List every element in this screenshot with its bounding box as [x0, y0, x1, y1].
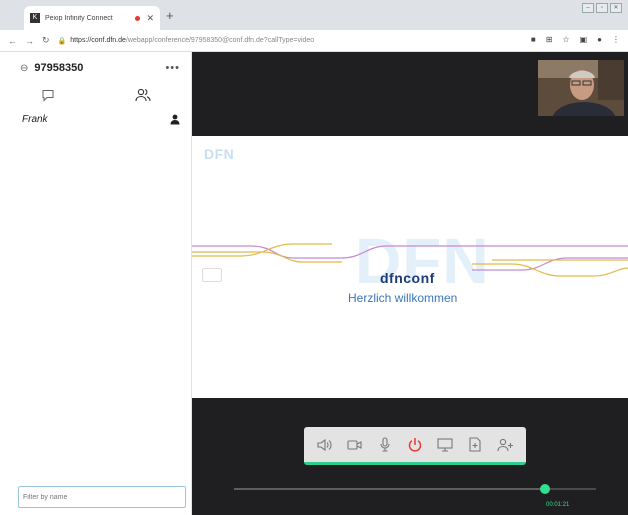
camera-placeholder-icon	[202, 268, 222, 282]
participant-name: Frank	[22, 114, 48, 125]
maximize-icon[interactable]: ▫	[596, 3, 608, 13]
call-progress-track	[234, 484, 596, 494]
call-controls	[304, 427, 526, 465]
browser-tab[interactable]: K Pexip Infinity Connect ✕	[24, 6, 160, 30]
camera-icon	[347, 439, 362, 450]
minimize-icon[interactable]: –	[582, 3, 594, 13]
browser-toolbar: ■ ⊞ ☆ ▣ ● ⋮	[531, 35, 620, 44]
browser-tab-bar: K Pexip Infinity Connect ✕ + – ▫ ✕	[0, 0, 628, 30]
sidebar: ⊖ 97958350 ••• Frank	[0, 52, 192, 515]
conference-id: 97958350	[34, 62, 84, 74]
filter-by-name-input[interactable]	[18, 486, 186, 508]
url-field[interactable]: 🔒 https://conf.dfn.de /webapp/conference…	[58, 37, 315, 45]
camera-button[interactable]	[345, 435, 365, 455]
camera-indicator-icon[interactable]: ■	[531, 35, 536, 44]
url-path: /webapp/conference/97958350@conf.dfn.de?…	[125, 37, 315, 44]
call-progress-fill	[234, 488, 546, 490]
address-bar: ← → ↻ 🔒 https://conf.dfn.de /webapp/conf…	[0, 30, 628, 52]
welcome-text: Herzlich willkommen	[348, 291, 458, 305]
power-icon	[408, 437, 422, 452]
close-window-icon[interactable]: ✕	[610, 3, 622, 13]
file-share-icon	[469, 437, 481, 452]
close-tab-icon[interactable]: ✕	[146, 13, 154, 24]
video-stage: DFN DFN dfnconf Herzlich willkommen 00:0…	[192, 52, 628, 515]
call-timer: 00:01:21	[546, 502, 570, 508]
conference-header: ⊖ 97958350 •••	[20, 62, 180, 74]
microphone-icon	[380, 436, 390, 452]
url-host: https://conf.dfn.de	[70, 37, 126, 44]
add-participant-button[interactable]	[495, 435, 515, 455]
tab-participants[interactable]	[96, 84, 192, 106]
reload-icon[interactable]: ↻	[42, 35, 50, 46]
forward-icon[interactable]: →	[25, 36, 34, 46]
new-tab-button[interactable]: +	[166, 8, 174, 23]
microphone-button[interactable]	[375, 435, 395, 455]
screen-share-button[interactable]	[435, 435, 455, 455]
window-controls: – ▫ ✕	[582, 3, 622, 13]
sidebar-tabs	[0, 84, 191, 106]
dfn-logo-small: DFN	[204, 146, 235, 162]
pexip-favicon-icon: K	[30, 13, 40, 23]
add-user-icon	[496, 438, 513, 451]
screen-share-icon	[437, 437, 453, 452]
lock-icon: 🔒	[57, 37, 67, 45]
participant-row[interactable]: Frank	[22, 114, 180, 125]
link-icon[interactable]: ⊖	[20, 63, 28, 74]
tab-chat[interactable]	[0, 84, 96, 106]
tab-title: Pexip Infinity Connect	[45, 14, 113, 22]
brand-name: dfnconf	[380, 270, 435, 286]
speaker-icon	[317, 438, 332, 451]
participants-icon	[135, 88, 151, 102]
disconnect-button[interactable]	[405, 435, 425, 455]
translate-icon[interactable]: ⊞	[546, 35, 553, 44]
back-icon[interactable]: ←	[8, 36, 17, 46]
chat-icon	[42, 89, 54, 102]
recording-dot-icon	[135, 15, 141, 21]
star-icon[interactable]: ☆	[562, 35, 569, 44]
speaker-button[interactable]	[315, 435, 335, 455]
account-icon[interactable]: ●	[597, 35, 602, 44]
self-view-image	[538, 60, 624, 116]
file-share-button[interactable]	[465, 435, 485, 455]
call-progress-knob[interactable]	[540, 484, 551, 494]
self-view-video[interactable]	[538, 60, 624, 116]
user-icon	[170, 114, 180, 125]
menu-icon[interactable]: ⋮	[612, 35, 620, 44]
more-icon[interactable]: •••	[165, 62, 180, 74]
extension-icon[interactable]: ▣	[580, 35, 588, 44]
presentation-slide: DFN DFN dfnconf Herzlich willkommen	[192, 136, 628, 398]
